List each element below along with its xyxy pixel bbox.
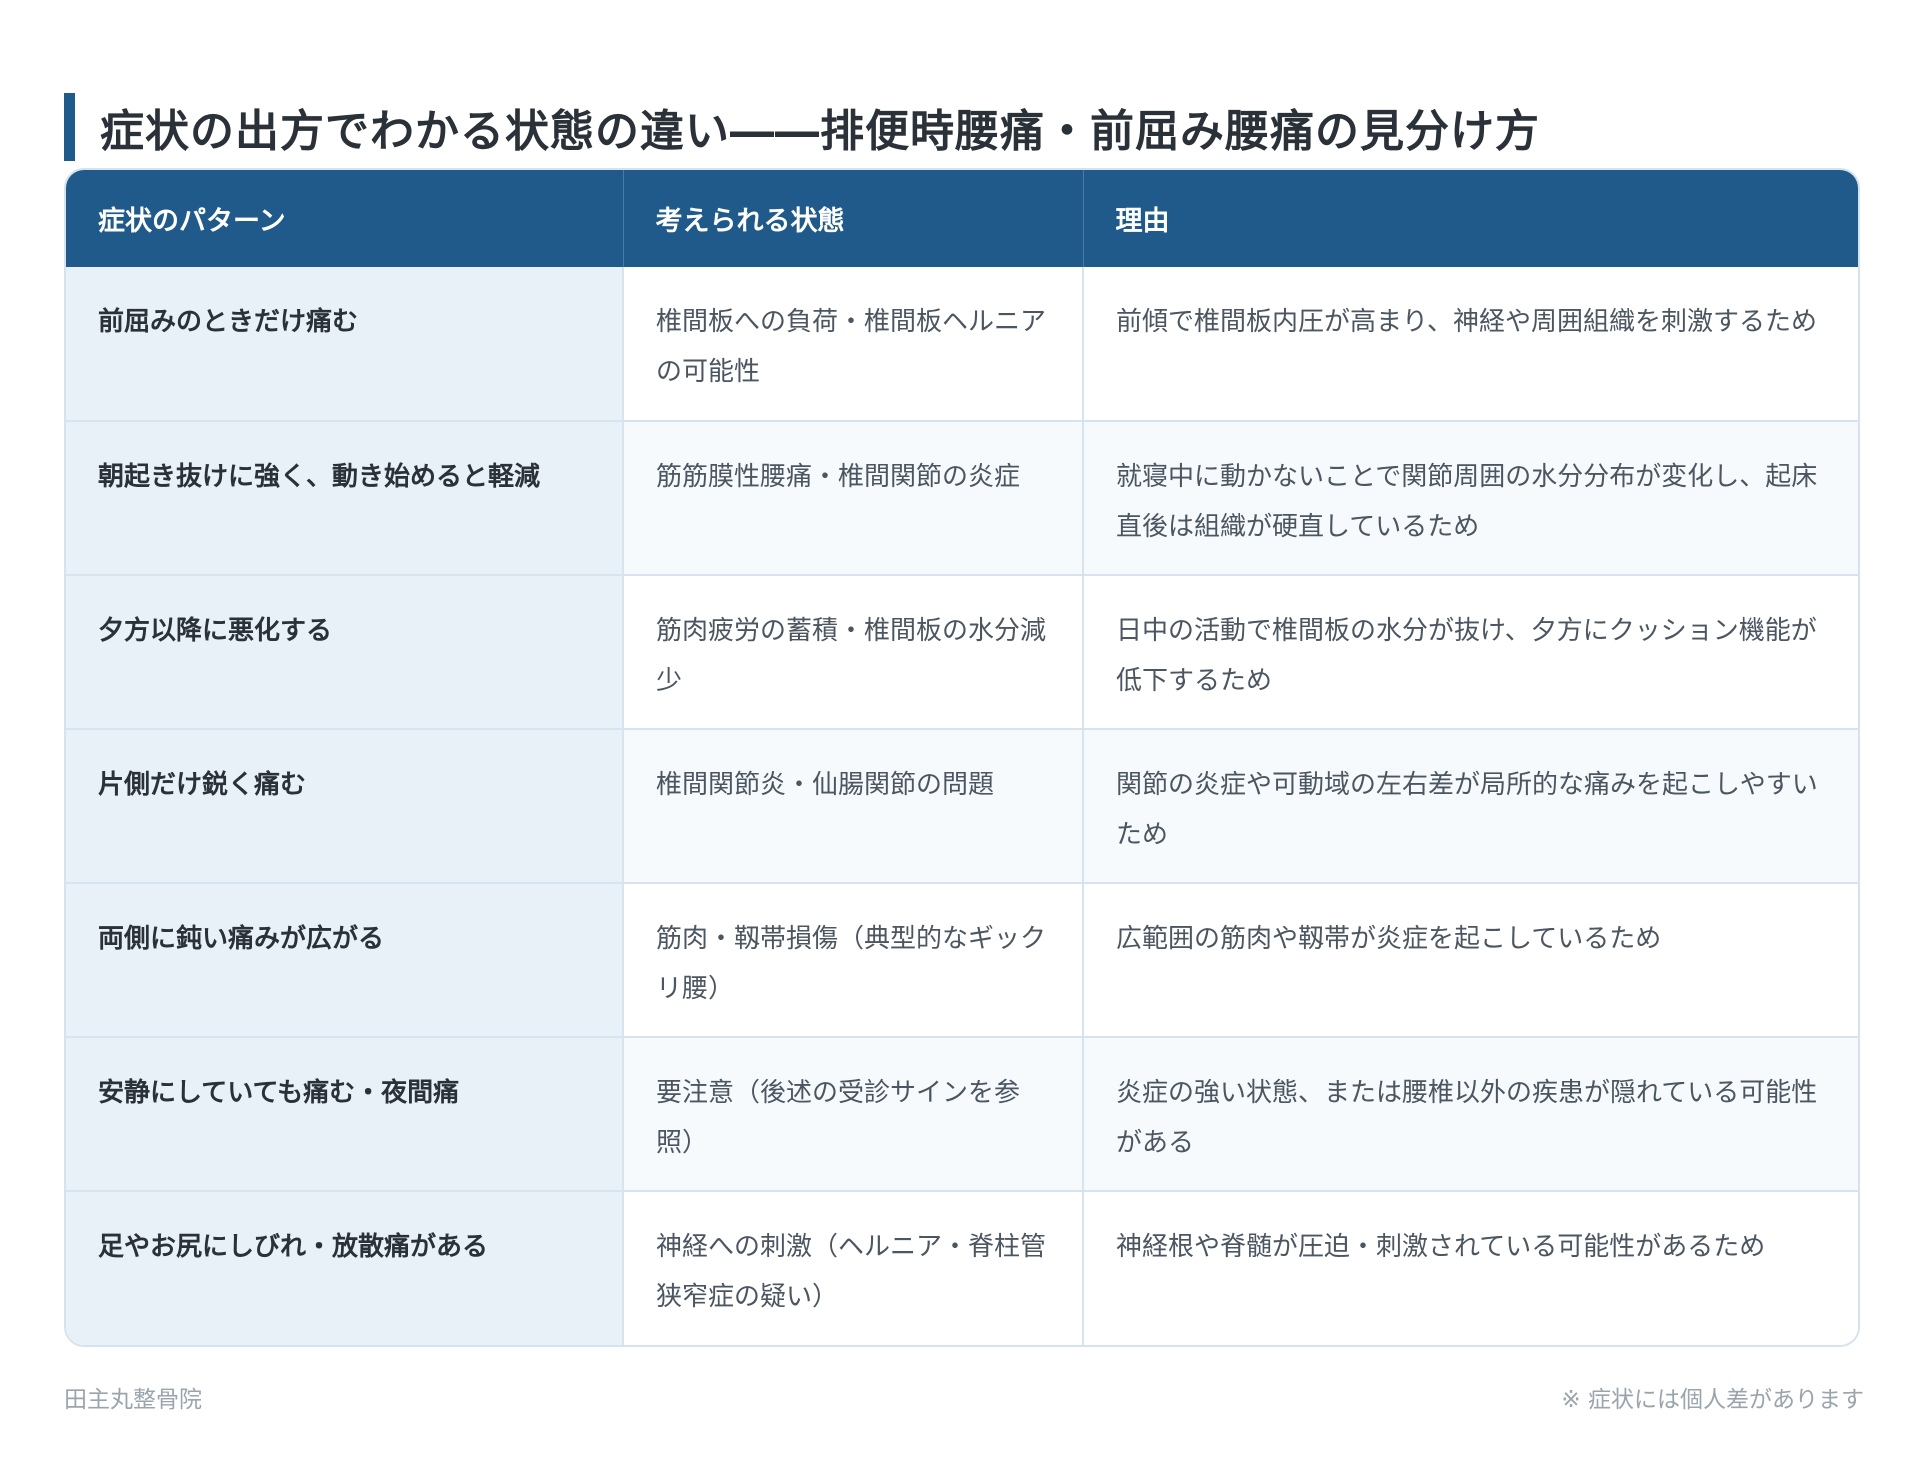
pattern-cell: 片側だけ鋭く痛む <box>66 728 624 883</box>
reason-cell: 関節の炎症や可動域の左右差が局所的な痛みを起こしやすいため <box>1083 728 1858 883</box>
table-row: 朝起き抜けに強く、動き始めると軽減 筋筋膜性腰痛・椎間関節の炎症 就寝中に動かな… <box>66 420 1858 575</box>
table-row: 夕方以降に悪化する 筋肉疲労の蓄積・椎間板の水分減少 日中の活動で椎間板の水分が… <box>66 574 1858 729</box>
table-row: 片側だけ鋭く痛む 椎間関節炎・仙腸関節の問題 関節の炎症や可動域の左右差が局所的… <box>66 728 1858 883</box>
table-row: 両側に鈍い痛みが広がる 筋肉・靱帯損傷（典型的なギックリ腰） 広範囲の筋肉や靱帯… <box>66 882 1858 1037</box>
column-header-reason: 理由 <box>1083 170 1858 267</box>
table-row: 足やお尻にしびれ・放散痛がある 神経への刺激（ヘルニア・脊柱管狭窄症の疑い） 神… <box>66 1190 1858 1345</box>
reason-cell: 就寝中に動かないことで関節周囲の水分分布が変化し、起床直後は組織が硬直しているた… <box>1083 420 1858 575</box>
pattern-cell: 安静にしていても痛む・夜間痛 <box>66 1036 624 1191</box>
disclaimer-note: ※ 症状には個人差があります <box>1561 1387 1864 1413</box>
column-header-state: 考えられる状態 <box>623 170 1084 267</box>
pattern-cell: 足やお尻にしびれ・放散痛がある <box>66 1190 624 1345</box>
pattern-cell: 前屈みのときだけ痛む <box>66 267 624 421</box>
symptom-table: 症状のパターン 考えられる状態 理由 前屈みのときだけ痛む 椎間板への負荷・椎間… <box>64 168 1860 1347</box>
reason-cell: 日中の活動で椎間板の水分が抜け、夕方にクッション機能が低下するため <box>1083 574 1858 729</box>
table-header-row: 症状のパターン 考えられる状態 理由 <box>66 170 1858 267</box>
pattern-cell: 夕方以降に悪化する <box>66 574 624 729</box>
state-cell: 神経への刺激（ヘルニア・脊柱管狭窄症の疑い） <box>623 1190 1084 1345</box>
pattern-cell: 朝起き抜けに強く、動き始めると軽減 <box>66 420 624 575</box>
reason-cell: 前傾で椎間板内圧が高まり、神経や周囲組織を刺激するため <box>1083 267 1858 421</box>
state-cell: 筋肉疲労の蓄積・椎間板の水分減少 <box>623 574 1084 729</box>
table-row: 安静にしていても痛む・夜間痛 要注意（後述の受診サインを参照） 炎症の強い状態、… <box>66 1036 1858 1191</box>
reason-cell: 神経根や脊髄が圧迫・刺激されている可能性があるため <box>1083 1190 1858 1345</box>
table-row: 前屈みのときだけ痛む 椎間板への負荷・椎間板ヘルニアの可能性 前傾で椎間板内圧が… <box>66 267 1858 421</box>
page-title-text: 症状の出方でわかる状態の違い――排便時腰痛・前屈み腰痛の見分け方 <box>100 106 1540 158</box>
title-accent-bar <box>64 93 75 162</box>
reason-cell: 炎症の強い状態、または腰椎以外の疾患が隠れている可能性がある <box>1083 1036 1858 1191</box>
state-cell: 要注意（後述の受診サインを参照） <box>623 1036 1084 1191</box>
pattern-cell: 両側に鈍い痛みが広がる <box>66 882 624 1037</box>
state-cell: 椎間板への負荷・椎間板ヘルニアの可能性 <box>623 267 1084 421</box>
page-title: 症状の出方でわかる状態の違い――排便時腰痛・前屈み腰痛の見分け方 <box>64 93 1540 162</box>
clinic-name: 田主丸整骨院 <box>64 1387 202 1413</box>
state-cell: 椎間関節炎・仙腸関節の問題 <box>623 728 1084 883</box>
state-cell: 筋肉・靱帯損傷（典型的なギックリ腰） <box>623 882 1084 1037</box>
reason-cell: 広範囲の筋肉や靱帯が炎症を起こしているため <box>1083 882 1858 1037</box>
state-cell: 筋筋膜性腰痛・椎間関節の炎症 <box>623 420 1084 575</box>
column-header-pattern: 症状のパターン <box>66 170 624 267</box>
